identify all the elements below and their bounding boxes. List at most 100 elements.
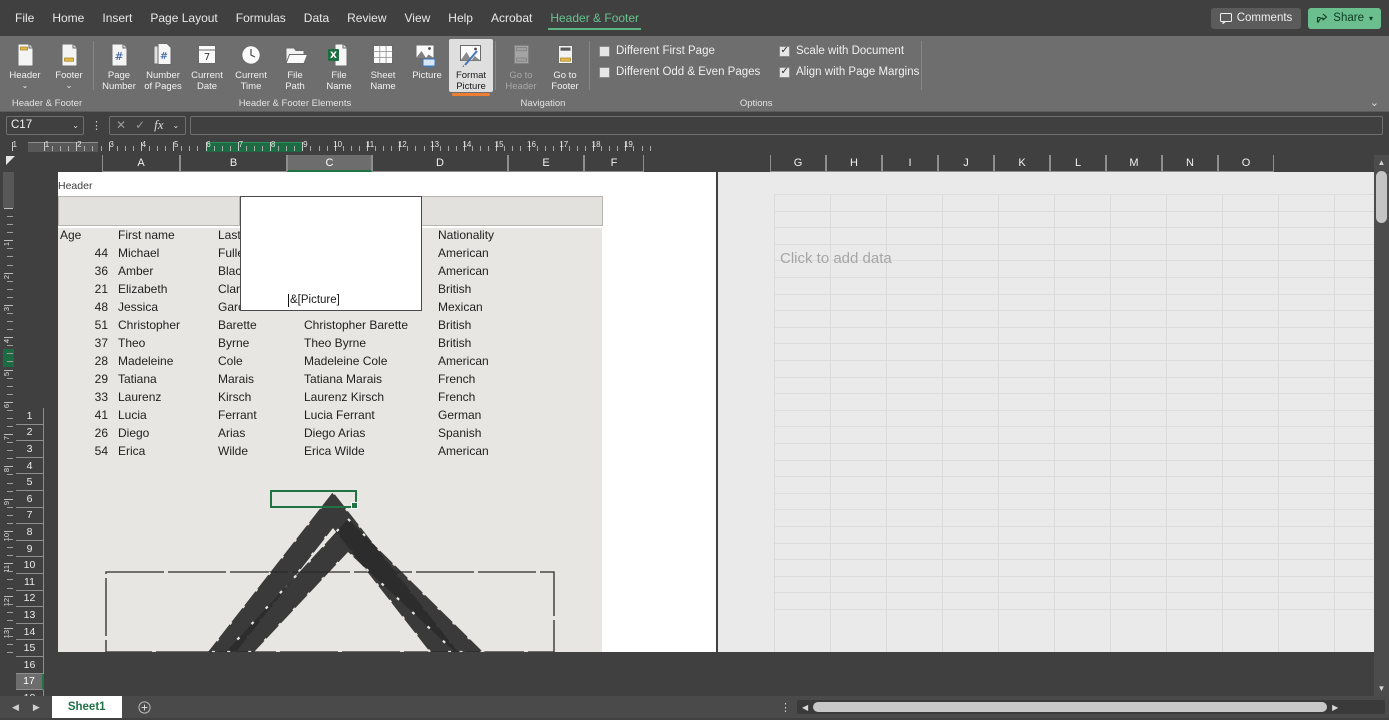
chevron-down-icon[interactable]: ⌄ bbox=[72, 121, 79, 130]
sheet-tab-sheet1[interactable]: Sheet1 bbox=[51, 696, 122, 718]
scroll-right-arrow[interactable]: ▶ bbox=[1329, 703, 1341, 712]
menu-item-view[interactable]: View bbox=[396, 5, 440, 31]
ribbon-button-header[interactable]: Header ⌄ bbox=[3, 39, 47, 90]
scroll-left-arrow[interactable]: ◀ bbox=[799, 703, 811, 712]
row-header-1[interactable]: 1 bbox=[16, 408, 44, 425]
column-header-E[interactable]: E bbox=[508, 155, 584, 172]
row-header-3[interactable]: 3 bbox=[16, 441, 44, 458]
comments-button[interactable]: Comments bbox=[1210, 7, 1302, 29]
scroll-down-arrow[interactable]: ▼ bbox=[1374, 681, 1389, 696]
ribbon-button-sheet-name[interactable]: Sheet Name bbox=[361, 39, 405, 92]
table-row[interactable]: 26 Diego Arias Diego Arias Spanish bbox=[58, 426, 658, 444]
next-sheet-icon[interactable]: ▶ bbox=[33, 702, 40, 713]
column-header-F[interactable]: F bbox=[584, 155, 644, 172]
header-right-zone[interactable] bbox=[420, 196, 603, 226]
scroll-up-arrow[interactable]: ▲ bbox=[1374, 155, 1389, 170]
ribbon-button-footer[interactable]: Footer ⌄ bbox=[47, 39, 91, 90]
column-header-H[interactable]: H bbox=[826, 155, 882, 172]
selected-cell-outline[interactable] bbox=[270, 490, 358, 509]
checkbox-box[interactable] bbox=[599, 66, 610, 78]
row-header-14[interactable]: 14 bbox=[16, 623, 44, 641]
row-header-9[interactable]: 9 bbox=[16, 540, 44, 558]
menu-item-data[interactable]: Data bbox=[295, 5, 338, 31]
menu-item-file[interactable]: File bbox=[6, 5, 43, 31]
header-picture-edit-box[interactable]: &[Picture] bbox=[240, 196, 422, 311]
column-header-O[interactable]: O bbox=[1218, 155, 1274, 172]
ribbon-button-file-name[interactable]: X File Name bbox=[317, 39, 361, 92]
ribbon-button-format-picture[interactable]: Format Picture bbox=[449, 39, 493, 96]
vertical-dots-icon[interactable]: ⋮ bbox=[780, 701, 791, 714]
table-row[interactable]: 28 Madeleine Cole Madeleine Cole American bbox=[58, 354, 658, 372]
insert-function-icon[interactable]: fx bbox=[154, 117, 163, 133]
ribbon-button-page-number[interactable]: # Page Number bbox=[97, 39, 141, 92]
checkbox-box[interactable] bbox=[779, 44, 790, 57]
horizontal-scroll-thumb[interactable] bbox=[813, 702, 1328, 712]
checkbox-box[interactable] bbox=[779, 65, 790, 78]
check-icon[interactable]: ✓ bbox=[135, 118, 145, 132]
table-row[interactable]: 29 Tatiana Marais Tatiana Marais French bbox=[58, 372, 658, 390]
checkbox-different-odd-even-pages[interactable]: Different Odd & Even Pages bbox=[593, 66, 760, 78]
previous-sheet-icon[interactable]: ◀ bbox=[12, 702, 19, 713]
column-header-N[interactable]: N bbox=[1162, 155, 1218, 172]
row-header-17[interactable]: 17 bbox=[16, 673, 44, 691]
menu-item-page-layout[interactable]: Page Layout bbox=[141, 5, 226, 31]
row-header-10[interactable]: 10 bbox=[16, 557, 44, 574]
checkbox-box[interactable] bbox=[599, 45, 610, 57]
row-header-8[interactable]: 8 bbox=[16, 524, 44, 541]
vertical-scrollbar[interactable]: ▲ ▼ bbox=[1374, 155, 1389, 696]
add-sheet-button[interactable] bbox=[122, 696, 167, 718]
menu-item-acrobat[interactable]: Acrobat bbox=[482, 5, 541, 31]
chevron-down-icon[interactable]: ⌄ bbox=[66, 82, 73, 90]
row-header-12[interactable]: 12 bbox=[16, 590, 44, 608]
header-left-zone[interactable] bbox=[58, 196, 241, 226]
collapse-ribbon-button[interactable]: ⌄ bbox=[1370, 96, 1379, 109]
menu-item-header-footer[interactable]: Header & Footer bbox=[541, 5, 648, 31]
row-header-16[interactable]: 16 bbox=[16, 657, 44, 674]
ribbon-button-file-path[interactable]: File Path bbox=[273, 39, 317, 92]
column-header-M[interactable]: M bbox=[1106, 155, 1162, 172]
ribbon-button-current-date[interactable]: 7 Current Date bbox=[185, 39, 229, 92]
menu-item-help[interactable]: Help bbox=[439, 5, 482, 31]
chevron-down-icon[interactable]: ⌄ bbox=[22, 82, 29, 90]
checkbox-different-first-page[interactable]: Different First Page bbox=[593, 45, 745, 57]
column-header-B[interactable]: B bbox=[180, 155, 287, 172]
row-header-2[interactable]: 2 bbox=[16, 424, 44, 442]
horizontal-scrollbar[interactable]: ◀ ▶ bbox=[797, 700, 1385, 714]
vertical-scroll-thumb[interactable] bbox=[1376, 171, 1387, 223]
row-header-11[interactable]: 11 bbox=[16, 574, 44, 591]
ribbon-button-go-to-footer[interactable]: Go to Footer bbox=[543, 39, 587, 92]
menu-item-insert[interactable]: Insert bbox=[93, 5, 141, 31]
column-header-K[interactable]: K bbox=[994, 155, 1050, 172]
cancel-icon[interactable]: ✕ bbox=[116, 118, 126, 132]
table-row[interactable]: 41 Lucia Ferrant Lucia Ferrant German bbox=[58, 408, 658, 426]
checkbox-align-with-page-margins[interactable]: Align with Page Margins bbox=[773, 65, 919, 78]
menu-item-home[interactable]: Home bbox=[43, 5, 93, 31]
column-header-C[interactable]: C bbox=[287, 155, 372, 172]
chevron-down-icon[interactable]: ⌄ bbox=[173, 121, 180, 130]
row-header-13[interactable]: 13 bbox=[16, 607, 44, 624]
column-header-G[interactable]: G bbox=[770, 155, 826, 172]
column-header-D[interactable]: D bbox=[372, 155, 508, 172]
share-button[interactable]: Share ▾ bbox=[1308, 7, 1381, 29]
row-header-6[interactable]: 6 bbox=[16, 491, 44, 508]
table-row[interactable]: 33 Laurenz Kirsch Laurenz Kirsch French bbox=[58, 390, 658, 408]
vertical-dots-icon[interactable]: ⋮ bbox=[88, 119, 105, 132]
table-row[interactable]: 37 Theo Byrne Theo Byrne British bbox=[58, 336, 658, 354]
column-header-J[interactable]: J bbox=[938, 155, 994, 172]
menu-item-review[interactable]: Review bbox=[338, 5, 395, 31]
ribbon-button-picture[interactable]: Picture bbox=[405, 39, 449, 81]
row-header-5[interactable]: 5 bbox=[16, 474, 44, 491]
add-data-region[interactable]: Click to add data bbox=[718, 172, 1374, 652]
menu-item-formulas[interactable]: Formulas bbox=[227, 5, 295, 31]
ribbon-button-current-time[interactable]: Current Time bbox=[229, 39, 273, 92]
table-row[interactable]: 54 Erica Wilde Erica Wilde American bbox=[58, 444, 658, 462]
name-box[interactable]: C17 ⌄ bbox=[6, 115, 84, 135]
column-header-A[interactable]: A bbox=[102, 155, 180, 172]
row-header-7[interactable]: 7 bbox=[16, 507, 44, 525]
column-header-L[interactable]: L bbox=[1050, 155, 1106, 172]
row-header-4[interactable]: 4 bbox=[16, 457, 44, 475]
ribbon-button-number-of-pages[interactable]: # Number of Pages bbox=[141, 39, 185, 92]
column-header-I[interactable]: I bbox=[882, 155, 938, 172]
formula-input[interactable] bbox=[190, 115, 1383, 135]
row-header-15[interactable]: 15 bbox=[16, 640, 44, 657]
